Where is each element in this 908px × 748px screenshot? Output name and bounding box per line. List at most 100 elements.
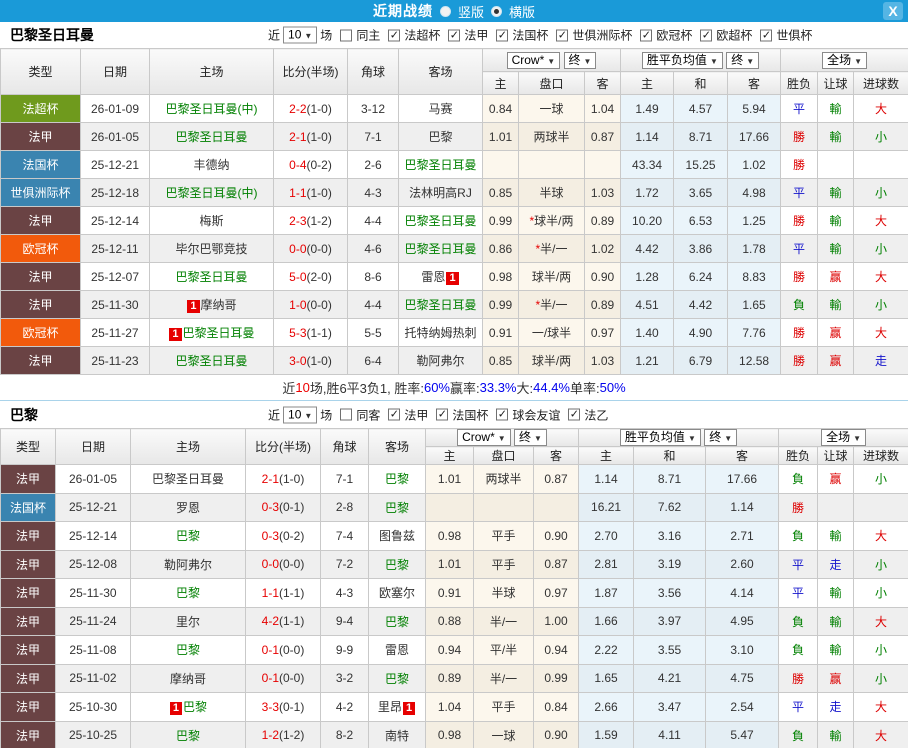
league-checkbox[interactable]: ✓ bbox=[496, 408, 509, 421]
league-cell: 法甲 bbox=[0, 346, 81, 375]
league-checkbox[interactable]: ✓ bbox=[436, 408, 449, 421]
avg-home-cell: 1.72 bbox=[620, 178, 675, 207]
avg-value: 胜平负均值 bbox=[646, 52, 707, 67]
match-row: 欧冠杯 25-12-11 毕尔巴鄂竞技 0-0(0-0) 4-6 巴黎圣日耳曼 0.86 *半… bbox=[0, 234, 908, 263]
away-team-cell: 南特 bbox=[368, 720, 426, 748]
avg-away-cell: 17.66 bbox=[705, 464, 780, 494]
league-checkbox[interactable]: ✓ bbox=[760, 29, 773, 41]
handicap-result-cell: 輸 bbox=[817, 178, 855, 207]
goals-result-cell: 大 bbox=[853, 318, 908, 347]
avg-home-cell: 1.21 bbox=[620, 346, 675, 375]
handicap-cell: 两球半 bbox=[473, 464, 534, 494]
avg-draw-cell: 3.55 bbox=[633, 635, 707, 665]
avg-final-select[interactable]: 终 ▼ bbox=[704, 429, 738, 446]
home-team-cell: 摩纳哥 bbox=[130, 663, 246, 693]
halftime-score: (1-0) bbox=[306, 185, 332, 200]
goals-result-cell: 大 bbox=[853, 206, 908, 235]
league-checkbox[interactable]: ✓ bbox=[448, 29, 461, 41]
halftime-score: (0-0) bbox=[279, 671, 305, 686]
match-count-select[interactable]: 10 ▼ bbox=[283, 406, 318, 423]
halftime-score: (1-0) bbox=[279, 471, 305, 486]
team-name: 巴黎圣日耳曼 bbox=[151, 472, 224, 487]
avg-away-cell: 2.54 bbox=[705, 692, 780, 722]
league-cell: 法甲 bbox=[0, 578, 56, 608]
home-odds-cell: 0.85 bbox=[482, 178, 519, 207]
avg-draw-cell: 3.97 bbox=[633, 606, 707, 636]
avg-select[interactable]: 胜平负均值 ▼ bbox=[641, 51, 723, 69]
home-team-cell: 梅斯 bbox=[149, 206, 274, 235]
halftime-score: (1-2) bbox=[279, 728, 305, 743]
match-row: 法甲 25-12-08 勒阿弗尔 0-0(0-0) 7-2 巴黎 1.01 平手 0.87 2.8… bbox=[0, 549, 908, 579]
league-cell: 法甲 bbox=[0, 635, 56, 665]
match-row: 欧冠杯 25-11-27 1 巴黎圣日耳曼 5-3(1-1) 5-5 托特纳姆热刺 0.91 一… bbox=[0, 318, 908, 347]
match-row: 世俱洲际杯 25-12-18 巴黎圣日耳曼(中) 1-1(1-0) 4-3 法林明高RJ 0… bbox=[0, 178, 908, 207]
away-odds-cell: 1.03 bbox=[583, 178, 622, 207]
home-team-cell: 巴黎圣日耳曼 bbox=[130, 464, 246, 494]
league-checkbox[interactable]: ✓ bbox=[388, 29, 401, 41]
same-side-checkbox[interactable] bbox=[340, 408, 353, 421]
subcol-goals: 进球数 bbox=[853, 446, 908, 465]
league-cell: 法国杯 bbox=[0, 150, 81, 179]
avg-away-cell: 4.95 bbox=[705, 606, 780, 636]
home-team-cell: 巴黎圣日耳曼(中) bbox=[149, 178, 274, 207]
home-team-cell: 巴黎 bbox=[130, 720, 246, 748]
league-checkbox[interactable]: ✓ bbox=[568, 408, 581, 421]
result-cell: 勝 bbox=[780, 150, 819, 179]
avg-away-cell: 5.47 bbox=[705, 720, 780, 748]
corners-cell: 4-2 bbox=[320, 692, 369, 722]
avg-final-select[interactable]: 终 ▼ bbox=[726, 51, 760, 69]
home-odds-cell: 1.04 bbox=[425, 692, 474, 722]
corners-cell: 9-4 bbox=[320, 606, 369, 636]
avg-select[interactable]: 胜平负均值 ▼ bbox=[619, 429, 701, 446]
handicap-cell bbox=[518, 150, 585, 179]
corners-cell: 2-8 bbox=[320, 492, 369, 522]
same-side-checkbox[interactable] bbox=[340, 29, 353, 41]
league-checkbox[interactable]: ✓ bbox=[556, 29, 569, 41]
handicap-cell: 平手 bbox=[473, 549, 534, 579]
away-team-cell: 图鲁兹 bbox=[368, 521, 426, 551]
score-cell: 0-3(0-2) bbox=[245, 521, 321, 551]
handicap-result-cell: 輸 bbox=[817, 635, 855, 665]
league-checkbox[interactable]: ✓ bbox=[640, 29, 653, 41]
vertical-layout-radio[interactable] bbox=[439, 5, 451, 17]
away-odds-cell: 0.99 bbox=[532, 663, 580, 693]
league-checkbox[interactable]: ✓ bbox=[496, 29, 509, 41]
handicap-result-cell: 走 bbox=[817, 549, 855, 579]
fulltime-score: 2-2 bbox=[289, 101, 307, 116]
date-cell: 26-01-05 bbox=[80, 122, 150, 151]
halftime-score: (0-2) bbox=[306, 157, 332, 172]
col-home: 主场 bbox=[149, 48, 274, 95]
handicap-result-cell: 輸 bbox=[817, 606, 855, 636]
team-name: 巴黎 bbox=[384, 472, 409, 487]
avg-draw-cell: 8.71 bbox=[633, 464, 707, 494]
corners-cell: 7-2 bbox=[320, 549, 369, 579]
goals-result-cell: 小 bbox=[853, 663, 908, 693]
score-cell: 1-2(1-2) bbox=[245, 720, 321, 748]
odds-final-select[interactable]: 终 ▼ bbox=[514, 429, 547, 446]
league-checkbox[interactable]: ✓ bbox=[700, 29, 713, 41]
odds-source-select[interactable]: Crow* ▼ bbox=[457, 429, 511, 446]
corners-cell: 7-1 bbox=[347, 122, 399, 151]
date-cell: 25-11-08 bbox=[55, 635, 131, 665]
scope-select[interactable]: 全场 ▼ bbox=[821, 429, 866, 446]
fulltime-score: 0-1 bbox=[261, 642, 279, 657]
match-count-select[interactable]: 10 ▼ bbox=[283, 26, 318, 44]
scope-select[interactable]: 全场 ▼ bbox=[822, 51, 867, 69]
close-button[interactable]: X bbox=[883, 2, 903, 20]
avg-header-group: 胜平负均值 ▼ 终 ▼ bbox=[578, 428, 780, 447]
avg-draw-cell: 8.71 bbox=[673, 122, 729, 151]
match-row: 法甲 25-12-07 巴黎圣日耳曼 5-0(2-0) 8-6 雷恩 1 0.98 球半/两 0.… bbox=[0, 262, 908, 291]
score-cell: 1-1(1-1) bbox=[245, 578, 321, 608]
league-checkbox-label: 法国杯 bbox=[452, 408, 489, 422]
avg-away-cell: 2.71 bbox=[705, 521, 780, 551]
home-odds-cell: 0.85 bbox=[482, 346, 519, 375]
team-name: 巴黎圣日耳曼(中) bbox=[165, 102, 258, 116]
horizontal-layout-radio[interactable] bbox=[491, 5, 502, 17]
avg-away-cell: 8.83 bbox=[727, 262, 782, 291]
home-odds-cell bbox=[425, 492, 474, 522]
league-checkbox[interactable]: ✓ bbox=[388, 408, 401, 421]
handicap-result-cell: 輸 bbox=[817, 720, 855, 748]
panel-title: 近期战绩 bbox=[372, 3, 433, 19]
odds-source-select[interactable]: Crow* ▼ bbox=[506, 51, 561, 69]
odds-final-select[interactable]: 终 ▼ bbox=[563, 51, 597, 69]
